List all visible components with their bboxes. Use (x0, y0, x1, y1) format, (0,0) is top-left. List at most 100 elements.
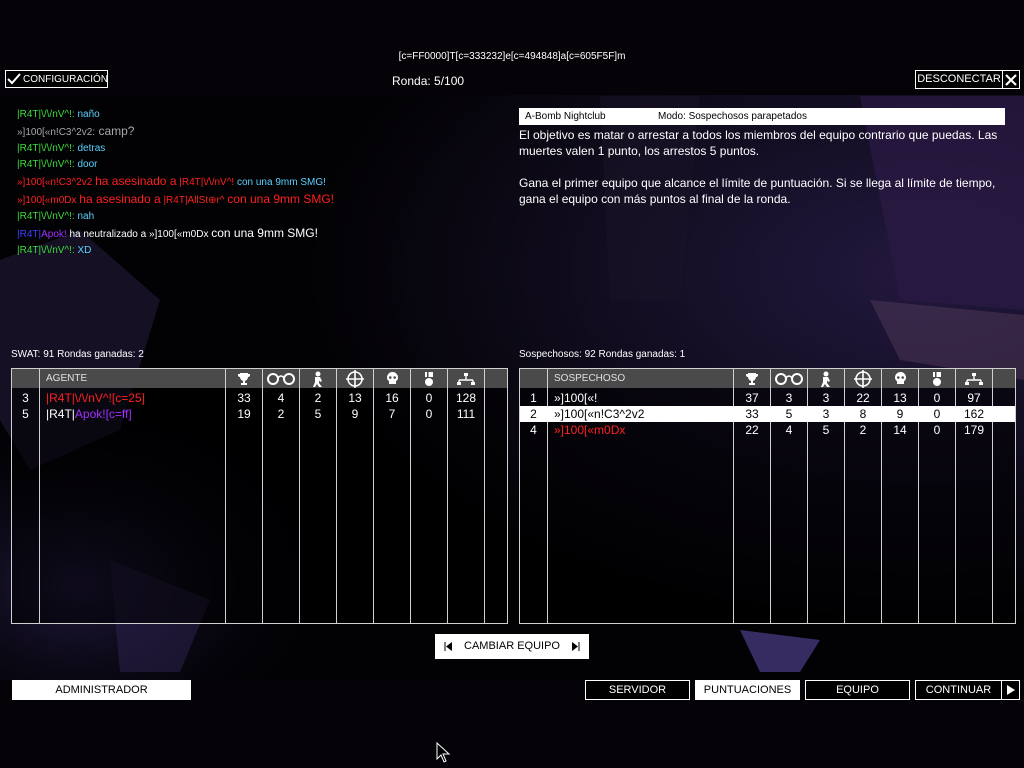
table-row[interactable]: 1 »]100[«! 37 3 3 22 13 0 97 (520, 390, 1015, 406)
chat-line: |R4T|\/\/nV^!: nah (17, 209, 497, 225)
handcuffs-icon (771, 369, 807, 388)
chat-message: detras (77, 143, 106, 154)
map-name: A-Bomb Nightclub (525, 111, 606, 122)
chat-log: |R4T|\/\/nV^!: naño »]100[«n!C3^2v2: cam… (17, 107, 497, 259)
weapon-text: con una 9mm SMG! (227, 192, 335, 206)
configuration-label: CONFIGURACIÓN (23, 73, 108, 85)
objectives-cell: 0 (933, 407, 941, 421)
deaths-cell: 7 (388, 407, 396, 421)
score-cell: 33 (237, 391, 251, 405)
trophy-icon (226, 369, 262, 388)
victim-name: »]100[«m0Dx (148, 229, 209, 240)
checkmark-icon (7, 71, 21, 87)
network-icon (956, 369, 992, 388)
crosshair-icon (845, 369, 881, 388)
killer-name: Apok! (41, 229, 67, 240)
player-name-text: |R4T|\/\/nV^! (46, 391, 112, 405)
player-number: 4 (530, 423, 537, 437)
arrested-cell: 2 (314, 391, 322, 405)
chat-message: door (77, 159, 98, 170)
player-name: »]100[«m0Dx (554, 423, 626, 437)
tab-server[interactable]: SERVIDOR (585, 680, 690, 700)
player-name: »]100[«n!C3^2v2 (554, 407, 645, 421)
disconnect-button[interactable]: DESCONECTAR (915, 70, 1003, 89)
player-name: |R4T|\/\/nV^![c=25] (46, 390, 145, 406)
weapon-text: con una 9mm SMG! (236, 177, 326, 188)
ping-cell: 162 (963, 407, 985, 421)
chat-line: |R4T|\/\/nV^!: detras (17, 141, 497, 157)
player-name-suffix: [c=25] (111, 391, 145, 405)
arrow-right-icon[interactable] (569, 634, 581, 669)
configuration-button[interactable]: CONFIGURACIÓN (5, 70, 108, 88)
player-number: 2 (530, 407, 537, 421)
player-name-text: |R4T| (46, 407, 75, 421)
ping-cell: 111 (456, 407, 476, 421)
chat-sender: »]100[«n!C3^2v2: (17, 127, 96, 138)
score-cell: 33 (745, 407, 759, 421)
round-counter: Ronda: 5/100 (392, 74, 465, 88)
chat-sender: |R4T|\/\/nV^!: (17, 143, 75, 154)
close-button[interactable] (1002, 70, 1020, 89)
victim-name: |R4T|AllSt⊕r^ (163, 195, 225, 206)
game-mode: Modo: Sospechosos parapetados (658, 111, 807, 122)
mouse-cursor-icon (436, 742, 451, 763)
medal-icon (919, 369, 955, 388)
score-cell: 22 (745, 423, 759, 437)
arrested-cell: 3 (822, 391, 830, 405)
deaths-cell: 9 (896, 407, 904, 421)
chat-sender: |R4T|\/\/nV^!: (17, 245, 75, 256)
continue-arrow-button[interactable] (1001, 680, 1020, 700)
player-name-suffix: Apok![c=ff] (74, 407, 132, 421)
ping-cell: 128 (455, 391, 477, 405)
swat-team-title: SWAT: 91 Rondas ganadas: 2 (11, 349, 144, 360)
arrow-left-icon[interactable] (443, 634, 455, 669)
victim-name: |R4T|\/\/nV^! (179, 177, 235, 188)
play-icon (1007, 685, 1015, 695)
kill-feed-line: |R4T|Apok! ha neutralizado a »]100[«m0Dx… (17, 225, 497, 243)
tab-team[interactable]: EQUIPO (805, 680, 910, 700)
arrested-cell: 5 (314, 407, 322, 421)
arrest-icon (808, 369, 844, 388)
deaths-cell: 16 (385, 391, 399, 405)
table-row-selected[interactable]: 2 »]100[«n!C3^2v2 33 5 3 8 9 0 162 (520, 406, 1015, 422)
player-number: 1 (530, 391, 537, 405)
change-team-button[interactable]: CAMBIAR EQUIPO (435, 634, 589, 659)
deaths-cell: 14 (893, 423, 907, 437)
arrest-icon (300, 369, 336, 388)
score-cell: 19 (237, 407, 251, 421)
chat-message: naño (77, 109, 100, 120)
arrests-cell: 5 (785, 407, 793, 421)
change-team-label: CAMBIAR EQUIPO (464, 640, 560, 652)
arrested-cell: 3 (822, 407, 830, 421)
objectives-cell: 0 (425, 407, 433, 421)
chat-message: XD (77, 245, 92, 256)
chat-line: |R4T|\/\/nV^!: door (17, 157, 497, 173)
continue-button[interactable]: CONTINUAR (915, 680, 1002, 700)
killer-tag: |R4T| (17, 229, 42, 240)
tab-scores[interactable]: PUNTUACIONES (695, 680, 800, 700)
kills-cell: 22 (856, 391, 870, 405)
arrests-cell: 2 (277, 407, 285, 421)
mode-description-p2: Gana el primer equipo que alcance el lím… (519, 176, 996, 206)
administrator-button[interactable]: ADMINISTRADOR (12, 680, 191, 700)
score-cell: 37 (745, 391, 759, 405)
crosshair-icon (337, 369, 373, 388)
player-number: 5 (22, 407, 29, 421)
chat-line: |R4T|\/\/nV^!: XD (17, 243, 497, 259)
chat-sender: |R4T|\/\/nV^!: (17, 109, 75, 120)
network-icon (448, 369, 484, 388)
kills-cell: 13 (348, 391, 362, 405)
chat-line: |R4T|\/\/nV^!: naño (17, 107, 497, 123)
chat-line: »]100[«n!C3^2v2: camp? (17, 123, 497, 141)
arrests-cell: 4 (277, 391, 285, 405)
kills-cell: 2 (859, 423, 867, 437)
table-row[interactable]: 5 |R4T|Apok![c=ff] 19 2 5 9 7 0 111 (12, 406, 507, 422)
killer-name: »]100[«n!C3^2v2 (17, 177, 93, 188)
suspects-scoreboard: SOSPECHOSO 1 »]100[«! 37 3 3 22 13 0 97 … (519, 368, 1016, 624)
objectives-cell: 0 (425, 391, 433, 405)
kill-text: ha asesinado a (95, 174, 177, 188)
close-icon (1005, 73, 1017, 86)
skull-icon (374, 369, 410, 388)
table-row[interactable]: 3 |R4T|\/\/nV^![c=25] 33 4 2 13 16 0 128 (12, 390, 507, 406)
table-row[interactable]: 4 »]100[«m0Dx 22 4 5 2 14 0 179 (520, 422, 1015, 438)
